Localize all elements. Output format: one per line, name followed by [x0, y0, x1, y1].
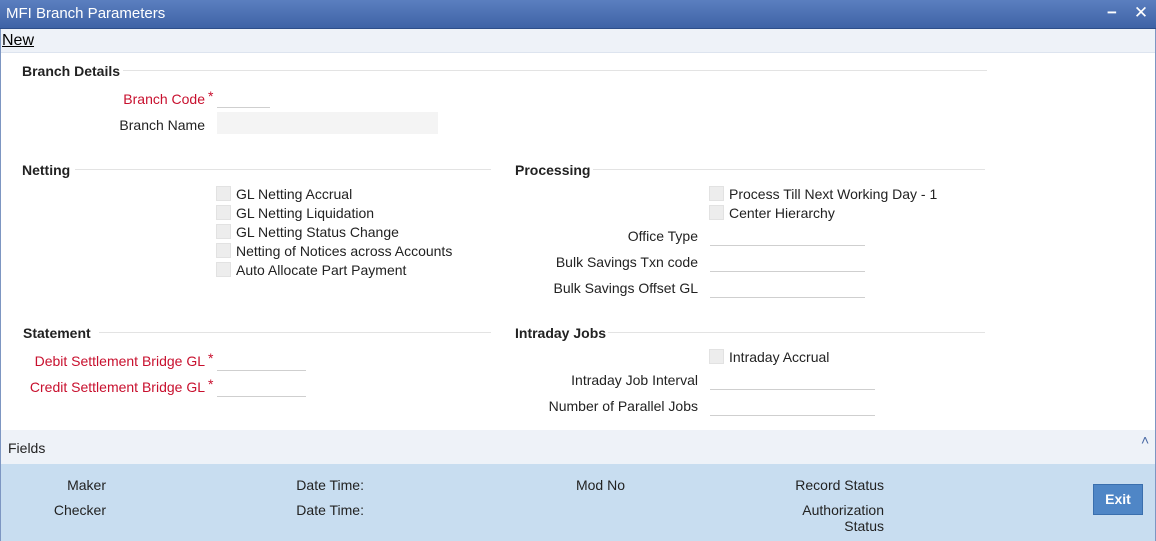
processing-title: Processing	[515, 162, 591, 178]
gl-netting-accrual-label: GL Netting Accrual	[236, 186, 353, 202]
maker-label: Maker	[67, 477, 106, 493]
title-bar: MFI Branch Parameters − ✕	[0, 0, 1156, 29]
checker-date-time-label: Date Time:	[296, 502, 364, 518]
center-hierarchy-checkbox[interactable]	[709, 205, 724, 220]
required-marker: *	[208, 350, 214, 366]
intraday-job-interval-input[interactable]	[710, 368, 875, 390]
toolbar: New	[1, 29, 1155, 53]
fields-bar[interactable]: Fields ˄	[1, 430, 1155, 464]
audit-panel: Maker Checker Date Time: Date Time: Mod …	[1, 464, 1155, 541]
main-window: New Branch Details Branch Code * Branch …	[0, 29, 1156, 541]
gl-netting-accrual-checkbox[interactable]	[216, 186, 231, 201]
bulk-savings-offset-gl-label: Bulk Savings Offset GL	[553, 280, 698, 296]
statement-title: Statement	[23, 325, 91, 341]
auto-allocate-part-payment-checkbox[interactable]	[216, 262, 231, 277]
debit-settlement-bridge-gl-input[interactable]	[217, 349, 306, 371]
authorization-status-label-line2: Status	[844, 518, 884, 534]
minimize-icon[interactable]: −	[1103, 3, 1121, 23]
close-icon[interactable]: ✕	[1132, 3, 1150, 23]
branch-code-label: Branch Code	[123, 91, 205, 107]
intraday-accrual-label: Intraday Accrual	[729, 349, 830, 365]
debit-settlement-bridge-gl-label: Debit Settlement Bridge GL	[34, 353, 205, 369]
netting-title: Netting	[22, 162, 71, 178]
credit-settlement-bridge-gl-label: Credit Settlement Bridge GL	[29, 379, 205, 395]
record-status-label: Record Status	[795, 477, 884, 493]
process-till-next-working-day-label: Process Till Next Working Day - 1	[729, 186, 938, 202]
branch-name-label: Branch Name	[119, 117, 205, 133]
maker-date-time-label: Date Time:	[296, 477, 364, 493]
bulk-savings-txn-code-input[interactable]	[710, 250, 865, 272]
checker-label: Checker	[53, 502, 106, 518]
office-type-label: Office Type	[627, 228, 698, 244]
netting-of-notices-checkbox[interactable]	[216, 243, 231, 258]
chevron-up-icon[interactable]: ˄	[1141, 432, 1149, 448]
branch-details-title: Branch Details	[22, 63, 121, 79]
number-of-parallel-jobs-label: Number of Parallel Jobs	[548, 398, 698, 414]
branch-code-input[interactable]	[217, 86, 270, 108]
gl-netting-status-change-checkbox[interactable]	[216, 224, 231, 239]
gl-netting-liquidation-checkbox[interactable]	[216, 205, 231, 220]
section-divider	[608, 332, 985, 333]
section-divider	[123, 70, 987, 71]
section-divider	[75, 169, 491, 170]
intraday-job-interval-label: Intraday Job Interval	[571, 372, 698, 388]
credit-settlement-bridge-gl-input[interactable]	[217, 375, 306, 397]
fields-label: Fields	[8, 440, 46, 456]
branch-name-input[interactable]	[217, 112, 438, 134]
window-title: MFI Branch Parameters	[6, 5, 166, 22]
mod-no-label: Mod No	[575, 477, 625, 493]
gl-netting-status-change-label: GL Netting Status Change	[236, 224, 399, 240]
gl-netting-liquidation-label: GL Netting Liquidation	[236, 205, 375, 221]
intraday-accrual-checkbox[interactable]	[709, 349, 724, 364]
new-link[interactable]: New	[2, 32, 34, 50]
exit-button[interactable]: Exit	[1093, 484, 1143, 515]
bulk-savings-txn-code-label: Bulk Savings Txn code	[555, 254, 698, 270]
intraday-jobs-title: Intraday Jobs	[515, 325, 607, 341]
section-divider	[593, 169, 985, 170]
section-divider	[99, 332, 491, 333]
authorization-status-label-line1: Authorization	[802, 502, 884, 518]
auto-allocate-part-payment-label: Auto Allocate Part Payment	[236, 262, 407, 278]
required-marker: *	[208, 376, 214, 392]
netting-of-notices-label: Netting of Notices across Accounts	[236, 243, 453, 259]
center-hierarchy-label: Center Hierarchy	[729, 205, 835, 221]
process-till-next-working-day-checkbox[interactable]	[709, 186, 724, 201]
bulk-savings-offset-gl-input[interactable]	[710, 276, 865, 298]
number-of-parallel-jobs-input[interactable]	[710, 394, 875, 416]
office-type-input[interactable]	[710, 224, 865, 246]
required-marker: *	[208, 88, 214, 104]
